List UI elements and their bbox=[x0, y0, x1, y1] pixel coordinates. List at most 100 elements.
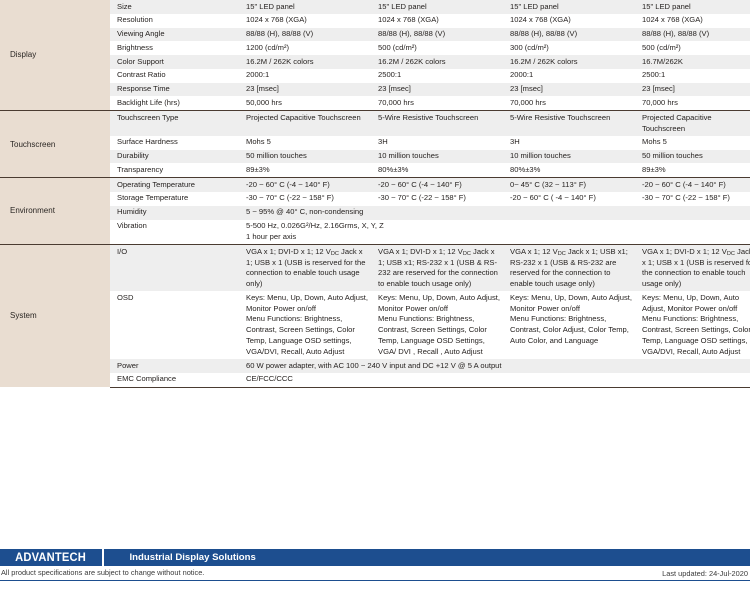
spec-value: 5-Wire Resistive Touchscreen bbox=[372, 110, 504, 136]
spec-value: 70,000 hrs bbox=[636, 96, 750, 111]
spec-value: 3H bbox=[372, 135, 504, 150]
spec-value: 88/88 (H), 88/88 (V) bbox=[372, 27, 504, 42]
spec-value: 88/88 (H), 88/88 (V) bbox=[240, 27, 372, 42]
table-row: Durability 50 million touches 10 million t… bbox=[0, 149, 750, 164]
spec-label: Response Time bbox=[110, 82, 240, 97]
spec-label: I/O bbox=[110, 244, 240, 292]
footer-brand-bar: ADVANTECH Industrial Display Solutions bbox=[0, 549, 750, 566]
spec-value: 23 [msec] bbox=[636, 82, 750, 97]
spec-value: -20 ~ 60° C ( -4 ~ 140° F) bbox=[504, 191, 636, 206]
spec-value: 2500:1 bbox=[372, 68, 504, 83]
spec-sheet-page: Display Size 15" LED panel 15" LED panel 15"… bbox=[0, 0, 750, 591]
table-row: Vibration 5-500 Hz, 0.026G²/Hz, 2.16Grms,… bbox=[0, 219, 750, 245]
table-row: Resolution 1024 x 768 (XGA) 1024 x 768 (XG… bbox=[0, 13, 750, 28]
spec-value: -30 ~ 70° C (-22 ~ 158° F) bbox=[636, 191, 750, 206]
advantech-logo-text: ADVANTECH bbox=[15, 551, 87, 564]
spec-value: -30 ~ 70° C (-22 ~ 158° F) bbox=[240, 191, 372, 206]
table-row: EMC Compliance CE/FCC/CCC bbox=[0, 372, 750, 388]
spec-label: Humidity bbox=[110, 205, 240, 220]
advantech-logo: ADVANTECH bbox=[0, 549, 102, 566]
spec-value: 60 W power adapter, with AC 100 ~ 240 V … bbox=[240, 359, 750, 373]
spec-value: 2500:1 bbox=[636, 68, 750, 83]
spec-value: 70,000 hrs bbox=[504, 96, 636, 111]
spec-label: Backlight Life (hrs) bbox=[110, 96, 240, 111]
section-label: Environment bbox=[0, 177, 110, 245]
table-row: Power 60 W power adapter, with AC 100 ~ 2… bbox=[0, 359, 750, 373]
spec-value: Keys: Menu, Up, Down, Auto Adjust, Monit… bbox=[372, 291, 504, 360]
table-row: Response Time 23 [msec] 23 [msec] 23 [msec]… bbox=[0, 82, 750, 97]
spec-value: 1024 x 768 (XGA) bbox=[372, 13, 504, 28]
spec-value: 1024 x 768 (XGA) bbox=[636, 13, 750, 28]
spec-value: 2000:1 bbox=[240, 68, 372, 83]
page-footer: ADVANTECH Industrial Display Solutions A… bbox=[0, 549, 750, 581]
table-row: Brightness 1200 (cd/m²) 500 (cd/m²) 300 (cd… bbox=[0, 41, 750, 56]
footer-last-updated: Last updated: 24-Jul-2020 bbox=[662, 568, 748, 578]
spec-value: -20 ~ 60° C (-4 ~ 140° F) bbox=[636, 177, 750, 192]
spec-value: Mohs 5 bbox=[636, 135, 750, 150]
spec-value: 1200 (cd/m²) bbox=[240, 41, 372, 56]
spec-label: Color Support bbox=[110, 55, 240, 69]
spec-value: VGA x 1; DVI-D x 1; 12 VDC Jack x 1; USB… bbox=[372, 244, 504, 292]
spec-value: VGA x 1; DVI-D x 1; 12 VDC Jack x 1; USB… bbox=[636, 244, 750, 292]
spec-value: 5-Wire Resistive Touchscreen bbox=[504, 110, 636, 136]
section-label: System bbox=[0, 244, 110, 388]
spec-value: 5 ~ 95% @ 40° C, non-condensing bbox=[240, 205, 750, 220]
spec-value: 300 (cd/m²) bbox=[504, 41, 636, 56]
specifications-table: Display Size 15" LED panel 15" LED panel 15"… bbox=[0, 0, 750, 388]
table-row: Viewing Angle 88/88 (H), 88/88 (V) 88/88 (… bbox=[0, 27, 750, 42]
spec-value: 1024 x 768 (XGA) bbox=[504, 13, 636, 28]
table-row: Display Size 15" LED panel 15" LED panel 15"… bbox=[0, 0, 750, 111]
spec-value: VGA x 1; DVI-D x 1; 12 VDC Jack x 1; USB… bbox=[240, 244, 372, 292]
spec-value: Projected Capacitive Touchscreen bbox=[240, 110, 372, 136]
table-row: Environment Operating Temperature -20 ~ 60… bbox=[0, 177, 750, 245]
spec-label: Storage Temperature bbox=[110, 191, 240, 206]
spec-label: Durability bbox=[110, 149, 240, 164]
spec-value: 23 [msec] bbox=[372, 82, 504, 97]
section-label: Display bbox=[0, 0, 110, 111]
spec-value: Mohs 5 bbox=[240, 135, 372, 150]
spec-value: -20 ~ 60° C (-4 ~ 140° F) bbox=[372, 177, 504, 192]
spec-value: 16.2M / 262K colors bbox=[504, 55, 636, 69]
table-row: Touchscreen Touchscreen Type Projected Cap… bbox=[0, 110, 750, 178]
spec-value: 15" LED panel bbox=[372, 0, 504, 14]
spec-value: Keys: Menu, Up, Down, Auto Adjust, Monit… bbox=[636, 291, 750, 360]
spec-value: 70,000 hrs bbox=[372, 96, 504, 111]
spec-value: 89±3% bbox=[240, 163, 372, 178]
spec-label: Surface Hardness bbox=[110, 135, 240, 150]
table-row: Transparency 89±3% 80%±3% 80%±3% 89±3% bbox=[0, 163, 750, 178]
spec-value: Projected Capacitive Touchscreen bbox=[636, 110, 750, 136]
spec-value: 15" LED panel bbox=[240, 0, 372, 14]
spec-label: Size bbox=[110, 0, 240, 14]
spec-value: CE/FCC/CCC bbox=[240, 372, 750, 388]
spec-label: Operating Temperature bbox=[110, 177, 240, 192]
spec-value: -20 ~ 60° C (-4 ~ 140° F) bbox=[240, 177, 372, 192]
spec-label: OSD bbox=[110, 291, 240, 360]
spec-label: Contrast Ratio bbox=[110, 68, 240, 83]
spec-value: 10 million touches bbox=[504, 149, 636, 164]
spec-value: Keys: Menu, Up, Down, Auto Adjust, Monit… bbox=[504, 291, 636, 360]
spec-label: Brightness bbox=[110, 41, 240, 56]
spec-value: 50,000 hrs bbox=[240, 96, 372, 111]
spec-label: Vibration bbox=[110, 219, 240, 245]
spec-value: 80%±3% bbox=[504, 163, 636, 178]
spec-value: 80%±3% bbox=[372, 163, 504, 178]
spec-label: EMC Compliance bbox=[110, 372, 240, 388]
spec-label: Touchscreen Type bbox=[110, 110, 240, 136]
specifications-table-body: Display Size 15" LED panel 15" LED panel 15"… bbox=[0, 0, 750, 388]
table-row: Storage Temperature -30 ~ 70° C (-22 ~ 15… bbox=[0, 191, 750, 206]
spec-value: 89±3% bbox=[636, 163, 750, 178]
table-row: Color Support 16.2M / 262K colors 16.2M / … bbox=[0, 55, 750, 69]
spec-value: 88/88 (H), 88/88 (V) bbox=[636, 27, 750, 42]
spec-value: VGA x 1; 12 VDC Jack x 1; USB x1; RS-232… bbox=[504, 244, 636, 292]
spec-value: -30 ~ 70° C (-22 ~ 158° F) bbox=[372, 191, 504, 206]
table-row: OSD Keys: Menu, Up, Down, Auto Adjust, Mo… bbox=[0, 291, 750, 360]
spec-value: 23 [msec] bbox=[240, 82, 372, 97]
spec-value: 500 (cd/m²) bbox=[636, 41, 750, 56]
spec-label: Transparency bbox=[110, 163, 240, 178]
spec-value: Keys: Menu, Up, Down, Auto Adjust, Monit… bbox=[240, 291, 372, 360]
spec-value: 5-500 Hz, 0.026G²/Hz, 2.16Grms, X, Y, Z1… bbox=[240, 219, 750, 245]
table-row: Humidity 5 ~ 95% @ 40° C, non-condensing bbox=[0, 205, 750, 220]
table-row: Surface Hardness Mohs 5 3H 3H Mohs 5 bbox=[0, 135, 750, 150]
spec-value: 16.2M / 262K colors bbox=[240, 55, 372, 69]
spec-value: 0~ 45° C (32 ~ 113° F) bbox=[504, 177, 636, 192]
